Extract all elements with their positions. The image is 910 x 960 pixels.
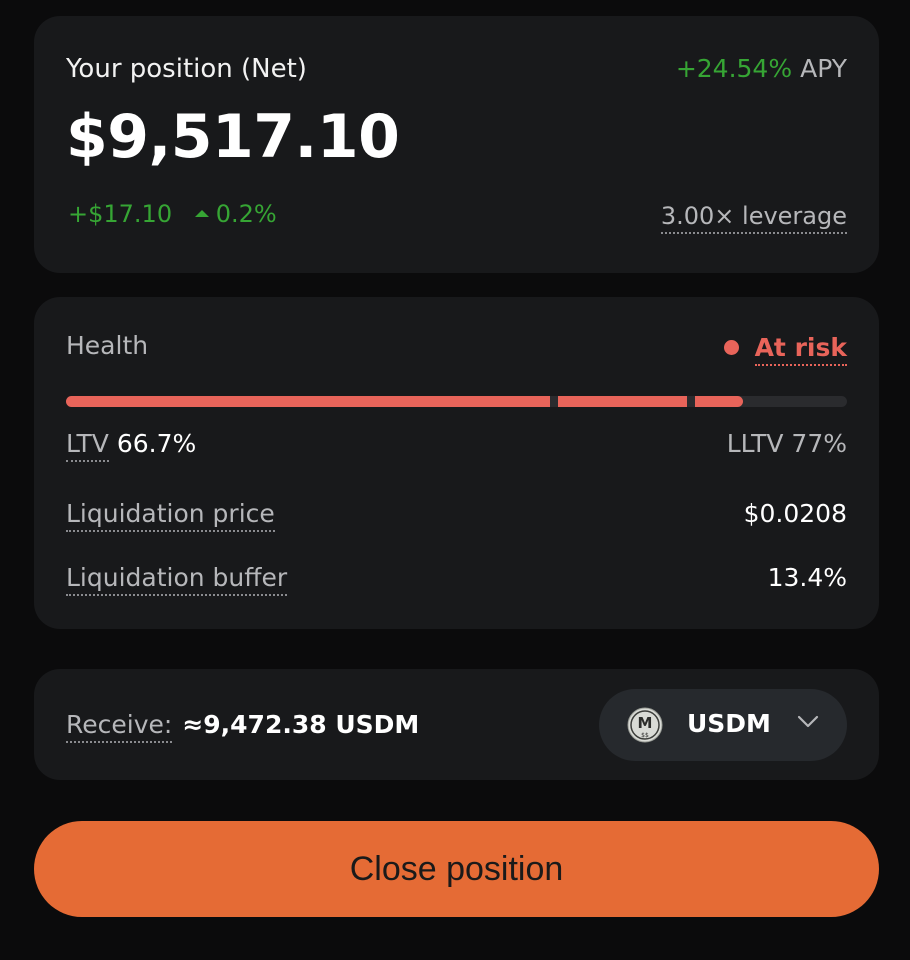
receive-amount: ≈9,472.38 USDM xyxy=(182,710,420,739)
ltv-value: 66.7% xyxy=(116,429,197,458)
change-percent: 0.2% xyxy=(215,200,277,228)
ltv-display: LTV 66.7% xyxy=(66,429,197,462)
svg-text:$$: $$ xyxy=(641,732,649,739)
change-amount: +$17.10 xyxy=(68,200,173,228)
health-status[interactable]: At risk xyxy=(723,333,847,366)
liquidation-buffer-value: 13.4% xyxy=(767,563,847,592)
caret-up-icon xyxy=(194,210,209,217)
chevron-down-icon xyxy=(797,715,819,728)
receive-label[interactable]: Receive: xyxy=(66,710,173,743)
usdm-token-icon: M $$ xyxy=(627,707,663,743)
liquidation-price-value: $0.0208 xyxy=(743,499,847,528)
health-bar xyxy=(66,396,847,407)
health-card: Health At risk LTV 66.7% LLTV 77% Liquida… xyxy=(34,297,879,629)
health-status-label[interactable]: At risk xyxy=(754,333,847,366)
health-bar-segment xyxy=(558,396,687,407)
health-label: Health xyxy=(66,331,149,360)
lltv-display: LLTV 77% xyxy=(726,429,847,458)
close-position-button[interactable]: Close position xyxy=(34,821,879,917)
apy-label: APY xyxy=(800,54,847,83)
leverage-label[interactable]: 3.00× leverage xyxy=(660,202,847,234)
token-name: USDM xyxy=(687,709,771,738)
receive-display: Receive: ≈9,472.38 USDM xyxy=(66,710,420,743)
ltv-label[interactable]: LTV xyxy=(66,429,109,462)
leverage-info[interactable]: 3.00× leverage xyxy=(660,202,847,234)
health-bar-segment xyxy=(695,396,743,407)
apy-value: +24.54% xyxy=(675,54,793,83)
position-card: Your position (Net) +24.54% APY $9,517.10… xyxy=(34,16,879,273)
token-select[interactable]: M $$ USDM xyxy=(599,689,847,761)
status-dot-icon xyxy=(723,339,739,355)
health-bar-segment xyxy=(66,396,550,407)
svg-text:M: M xyxy=(638,714,653,732)
liquidation-buffer-label[interactable]: Liquidation buffer xyxy=(66,563,288,596)
liquidation-buffer-label-wrap[interactable]: Liquidation buffer xyxy=(66,563,288,596)
position-change: +$17.10 0.2% xyxy=(68,200,277,228)
receive-card: Receive: ≈9,472.38 USDM M $$ USDM xyxy=(34,669,879,780)
apy-display: +24.54% APY xyxy=(676,54,847,83)
liquidation-price-label[interactable]: Liquidation price xyxy=(66,499,275,532)
position-title: Your position (Net) xyxy=(66,54,307,84)
position-net-value: $9,517.10 xyxy=(66,102,400,172)
liquidation-price-label-wrap[interactable]: Liquidation price xyxy=(66,499,275,532)
change-percent-wrap: 0.2% xyxy=(194,200,277,228)
